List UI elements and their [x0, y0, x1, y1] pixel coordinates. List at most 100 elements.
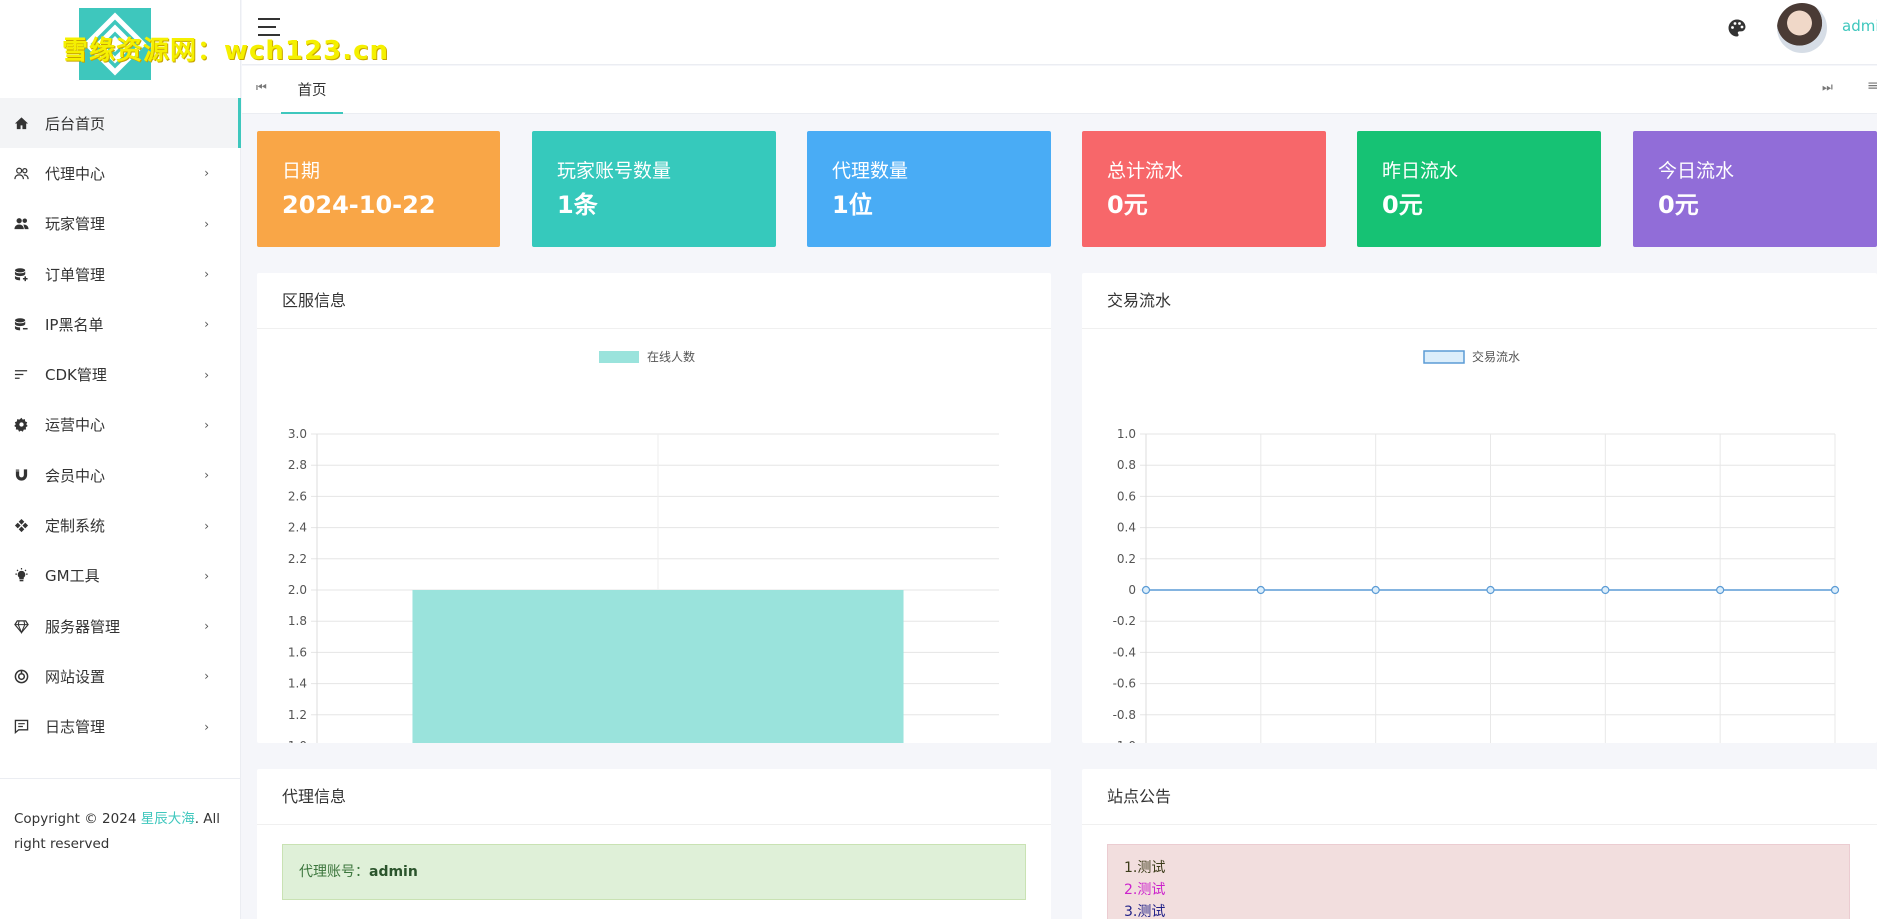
y-tick-label: 3.0 — [288, 427, 307, 441]
notice-item: 1.测试 — [1124, 860, 1166, 876]
sidebar-item-label: GM工具 — [45, 567, 100, 586]
data-point — [1256, 585, 1265, 595]
y-tick-label: 2.4 — [288, 521, 307, 535]
y-tick-label: 0 — [1128, 583, 1136, 597]
agent-info-panel: 代理信息 代理账号：admin — [257, 769, 1051, 919]
username[interactable]: admin — [1842, 17, 1877, 35]
y-tick-label: 1.0 — [1117, 427, 1136, 441]
watermark-text: 雪缘资源网：wch123.cn — [62, 36, 390, 66]
sidebar-item-gear[interactable]: 运营中心 › — [0, 400, 241, 450]
site-notice-panel: 站点公告 1.测试 2.测试 3.测试 — [1082, 769, 1877, 919]
stat-label: 日期 — [282, 160, 321, 182]
sidebar-item-message[interactable]: 日志管理 › — [0, 702, 241, 752]
tab-prev-icon[interactable]: ⏮ — [256, 80, 267, 95]
notice-item: 2.测试 — [1124, 882, 1166, 898]
y-tick-label: -1.0 — [1113, 739, 1136, 743]
sidebar-item-bulb[interactable]: GM工具 › — [0, 551, 241, 601]
y-tick-label: 1.4 — [288, 677, 307, 691]
trade-flow-chart: 交易流水 1.0 0.8 0.6 0.4 0.2 0 -0.2 -0.4 -0.6 -0.8 -1.0… — [1113, 349, 1840, 743]
database-plus-icon — [12, 265, 30, 283]
chevron-right-icon: › — [204, 216, 209, 231]
stat-label: 玩家账号数量 — [557, 160, 672, 182]
message-icon — [12, 718, 30, 736]
panel-title: 交易流水 — [1082, 273, 1877, 329]
y-tick-label: 2.8 — [288, 458, 307, 472]
data-point — [1486, 585, 1495, 595]
sidebar-item-label: 玩家管理 — [45, 215, 106, 234]
panel-title: 代理信息 — [257, 769, 1051, 825]
sidebar-item-database-minus[interactable]: IP黑名单 › — [0, 299, 241, 349]
legend-label: 交易流水 — [1472, 349, 1520, 364]
sidebar-item-users[interactable]: 玩家管理 › — [0, 199, 241, 249]
stat-label: 总计流水 — [1107, 160, 1184, 182]
users-icon — [12, 215, 30, 233]
users-outline-icon — [12, 164, 30, 182]
data-point — [1830, 585, 1840, 595]
stat-value: 1位 — [832, 191, 873, 219]
avatar[interactable] — [1777, 3, 1827, 53]
sidebar-item-label: CDK管理 — [45, 366, 107, 385]
stat-value: 2024-10-22 — [282, 191, 436, 219]
total-flow-card: 总计流水 0元 — [1082, 131, 1326, 247]
sidebar-item-label: IP黑名单 — [45, 315, 104, 334]
agent-account-value: admin — [369, 864, 418, 880]
y-tick-label: 1.2 — [288, 708, 307, 722]
database-minus-icon — [12, 315, 30, 333]
agent-count-card: 代理数量 1位 — [807, 131, 1051, 247]
tab-home[interactable]: 首页 — [281, 66, 343, 114]
stat-value: 0元 — [1107, 191, 1148, 219]
sidebar-item-web[interactable]: 网站设置 › — [0, 651, 241, 701]
sidebar-item-home[interactable]: 后台首页 — [0, 98, 241, 149]
sidebar-item-diamonds[interactable]: 定制系统 › — [0, 500, 241, 550]
sidebar-item-label: 定制系统 — [45, 517, 106, 536]
sidebar-item-label: 订单管理 — [45, 265, 106, 284]
gem-icon — [12, 617, 30, 635]
y-tick-label: -0.2 — [1113, 614, 1136, 628]
sidebar-item-sort-lines[interactable]: CDK管理 › — [0, 349, 241, 399]
tab-menu-icon[interactable]: ≡ — [1867, 78, 1877, 94]
sidebar-menu: 后台首页 代理中心 › 玩家管理 › 订单管理 › IP黑名单 › CDK管理 › 运营中心 › 会员中心… — [0, 98, 241, 752]
today-flow-card: 今日流水 0元 — [1633, 131, 1877, 247]
legend-swatch — [599, 351, 639, 363]
chevron-right-icon: › — [204, 317, 209, 332]
y-tick-label: 0.6 — [1117, 489, 1136, 503]
tab-next-icon[interactable]: ⏭ — [1822, 80, 1833, 95]
sidebar-item-magnet[interactable]: 会员中心 › — [0, 450, 241, 500]
tab-bar: ⏮ 首页 ⏭ ≡ — [242, 66, 1877, 114]
chevron-right-icon: › — [204, 669, 209, 684]
top-header: admin — [242, 0, 1877, 65]
y-tick-label: 0.8 — [1117, 458, 1136, 472]
diamonds-icon — [12, 517, 30, 535]
y-tick-label: 1.0 — [288, 739, 307, 743]
sidebar-item-users-outline[interactable]: 代理中心 › — [0, 148, 241, 198]
y-tick-label: 2.6 — [288, 489, 307, 503]
sidebar-item-gem[interactable]: 服务器管理 › — [0, 601, 241, 651]
chevron-right-icon: › — [204, 417, 209, 432]
panel-title: 站点公告 — [1082, 769, 1877, 825]
sidebar-item-database-plus[interactable]: 订单管理 › — [0, 249, 241, 299]
y-tick-label: 2.2 — [288, 552, 307, 566]
stat-label: 代理数量 — [832, 160, 909, 182]
y-tick-label: 0.2 — [1117, 552, 1136, 566]
copyright-prefix: Copyright © 2024 — [14, 811, 141, 827]
sidebar-item-label: 后台首页 — [45, 114, 106, 133]
copyright-link[interactable]: 星辰大海 — [141, 811, 195, 827]
y-tick-label: 2.0 — [288, 583, 307, 597]
sidebar-item-label: 日志管理 — [45, 718, 106, 737]
bar — [412, 590, 904, 743]
sidebar-item-label: 代理中心 — [45, 164, 106, 183]
home-icon — [12, 114, 30, 132]
sidebar-item-label: 会员中心 — [45, 466, 106, 485]
chevron-right-icon: › — [204, 367, 209, 382]
server-info-panel: 区服信息 在线人数 3.0 2.8 2.6 2.4 2.2 2.0 1.8 1.6 1.4 1.2 1… — [257, 273, 1051, 743]
magnet-icon — [12, 466, 30, 484]
bulb-icon — [12, 567, 30, 585]
chevron-right-icon: › — [204, 568, 209, 583]
sidebar: 雪缘资源网：wch123.cn 后台首页 代理中心 › 玩家管理 › 订单管理 › IP黑名单… — [0, 0, 388, 919]
chevron-right-icon: › — [204, 267, 209, 282]
chevron-right-icon: › — [204, 468, 209, 483]
stat-value: 0元 — [1382, 191, 1423, 219]
palette-icon[interactable] — [1727, 18, 1747, 38]
sort-lines-icon — [12, 366, 30, 384]
sidebar-item-label: 网站设置 — [45, 667, 106, 686]
